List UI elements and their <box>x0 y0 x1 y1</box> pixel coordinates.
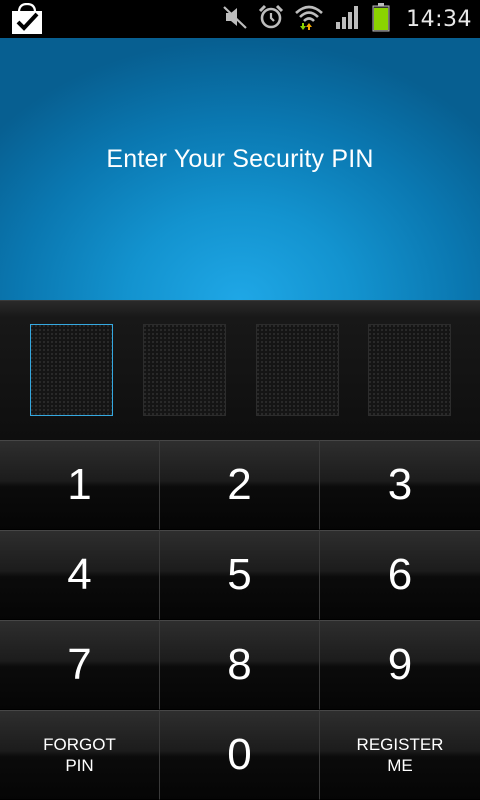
signal-icon <box>334 4 362 35</box>
key-label: 5 <box>227 550 252 599</box>
pin-digit-box-3[interactable] <box>256 324 339 416</box>
status-bar: 14:34 <box>0 0 480 38</box>
pin-digit-box-4[interactable] <box>368 324 451 416</box>
pin-entry-area <box>0 300 480 440</box>
key-7[interactable]: 7 <box>0 620 160 710</box>
forgot-pin-button[interactable]: FORGOT PIN <box>0 710 160 800</box>
pin-digit-box-1[interactable] <box>30 324 113 416</box>
key-3[interactable]: 3 <box>320 440 480 530</box>
numeric-keypad: 1 2 3 4 5 6 7 8 9 FORGOT PIN 0 REGISTER … <box>0 440 480 800</box>
key-2[interactable]: 2 <box>160 440 320 530</box>
key-1[interactable]: 1 <box>0 440 160 530</box>
key-label: 3 <box>387 460 413 509</box>
forgot-pin-line2: PIN <box>65 756 94 775</box>
battery-icon <box>372 2 390 37</box>
pin-digit-box-2[interactable] <box>143 324 226 416</box>
register-me-line2: ME <box>387 756 413 775</box>
shopping-bag-check-icon <box>10 2 44 35</box>
forgot-pin-line1: FORGOT <box>43 735 116 754</box>
key-label: 4 <box>67 550 92 599</box>
key-label: 7 <box>67 640 92 689</box>
key-label: 0 <box>227 730 252 779</box>
forgot-pin-label: FORGOT PIN <box>20 734 140 776</box>
key-9[interactable]: 9 <box>320 620 480 710</box>
key-label: 6 <box>387 550 413 599</box>
mute-icon <box>222 4 248 35</box>
header-banner: Enter Your Security PIN <box>0 38 480 300</box>
page-title: Enter Your Security PIN <box>106 144 374 173</box>
register-me-button[interactable]: REGISTER ME <box>320 710 480 800</box>
register-me-line1: REGISTER <box>356 735 444 754</box>
key-0[interactable]: 0 <box>160 710 320 800</box>
wifi-icon <box>294 3 324 36</box>
key-6[interactable]: 6 <box>320 530 480 620</box>
register-me-label: REGISTER ME <box>340 734 460 776</box>
clock-time: 14:34 <box>406 6 472 32</box>
key-5[interactable]: 5 <box>160 530 320 620</box>
alarm-icon <box>258 4 284 35</box>
key-label: 2 <box>227 460 252 509</box>
key-label: 8 <box>227 640 252 689</box>
key-8[interactable]: 8 <box>160 620 320 710</box>
key-4[interactable]: 4 <box>0 530 160 620</box>
key-label: 1 <box>67 460 92 509</box>
key-label: 9 <box>387 640 413 689</box>
